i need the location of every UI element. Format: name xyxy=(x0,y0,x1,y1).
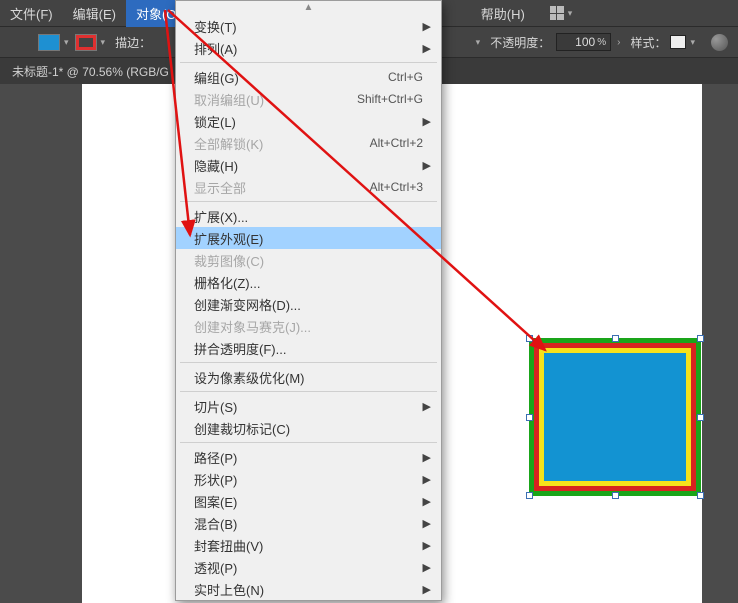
menu-path[interactable]: 路径(P) ▶ xyxy=(176,446,441,468)
resize-handle-tr[interactable] xyxy=(697,335,704,342)
submenu-arrow-icon: ▶ xyxy=(423,583,431,596)
menu-group[interactable]: 编组(G) Ctrl+G xyxy=(176,66,441,88)
label: 裁剪图像(C) xyxy=(194,251,264,270)
label: 排列(A) xyxy=(194,39,237,58)
label: 创建裁切标记(C) xyxy=(194,419,290,438)
shortcut: Alt+Ctrl+2 xyxy=(370,136,423,150)
menu-expand[interactable]: 扩展(X)... xyxy=(176,205,441,227)
label: 形状(P) xyxy=(194,470,237,489)
menu-envelope[interactable]: 封套扭曲(V) ▶ xyxy=(176,534,441,556)
resize-handle-b[interactable] xyxy=(612,492,619,499)
menu-slice[interactable]: 切片(S) ▶ xyxy=(176,395,441,417)
resize-handle-t[interactable] xyxy=(612,335,619,342)
label: 封套扭曲(V) xyxy=(194,536,263,555)
chevron-down-icon: ▾ xyxy=(101,37,106,48)
menu-expand-appearance[interactable]: 扩展外观(E) xyxy=(176,227,441,249)
submenu-arrow-icon: ▶ xyxy=(423,473,431,486)
label: 图案(E) xyxy=(194,492,237,511)
fill-layer-blue xyxy=(544,353,686,481)
object-menu-dropdown: ▲ 变换(T) ▶ 排列(A) ▶ 编组(G) Ctrl+G 取消编组(U) Shift… xyxy=(175,0,442,601)
label: 显示全部 xyxy=(194,178,246,197)
menu-lock[interactable]: 锁定(L) ▶ xyxy=(176,110,441,132)
chevron-down-icon: ▾ xyxy=(690,37,695,48)
menu-crop-image: 裁剪图像(C) xyxy=(176,249,441,271)
menu-blend[interactable]: 混合(B) ▶ xyxy=(176,512,441,534)
resize-handle-r[interactable] xyxy=(697,414,704,421)
resize-handle-bl[interactable] xyxy=(526,492,533,499)
stroke-color-swatch[interactable] xyxy=(75,34,97,51)
submenu-arrow-icon: ▶ xyxy=(423,561,431,574)
menu-arrange[interactable]: 排列(A) ▶ xyxy=(176,37,441,59)
menu-help[interactable]: 帮助(H) xyxy=(471,0,535,27)
label: 扩展(X)... xyxy=(194,207,248,226)
menu-shape[interactable]: 形状(P) ▶ xyxy=(176,468,441,490)
label: 拼合透明度(F)... xyxy=(194,339,286,358)
menu-rasterize[interactable]: 栅格化(Z)... xyxy=(176,271,441,293)
shortcut: Ctrl+G xyxy=(388,70,423,84)
menu-show-all: 显示全部 Alt+Ctrl+3 xyxy=(176,176,441,198)
menu-trim-marks[interactable]: 创建裁切标记(C) xyxy=(176,417,441,439)
submenu-arrow-icon: ▶ xyxy=(423,159,431,172)
selected-rectangle[interactable] xyxy=(529,338,701,496)
submenu-arrow-icon: ▶ xyxy=(423,451,431,464)
submenu-arrow-icon: ▶ xyxy=(423,115,431,128)
scroll-up-marker: ▲ xyxy=(176,1,441,15)
label: 混合(B) xyxy=(194,514,237,533)
label: 透视(P) xyxy=(194,558,237,577)
submenu-arrow-icon: ▶ xyxy=(423,495,431,508)
layout-grid-icon xyxy=(550,6,564,20)
label: 创建渐变网格(D)... xyxy=(194,295,301,314)
label: 隐藏(H) xyxy=(194,156,238,175)
percent-label: % xyxy=(597,37,610,48)
submenu-arrow-icon: ▶ xyxy=(423,517,431,530)
opacity-value[interactable] xyxy=(557,35,597,49)
menu-mosaic: 创建对象马赛克(J)... xyxy=(176,315,441,337)
submenu-arrow-icon: ▶ xyxy=(423,400,431,413)
label: 变换(T) xyxy=(194,17,237,36)
opacity-label: 不透明度： xyxy=(490,34,550,51)
menu-ungroup: 取消编组(U) Shift+Ctrl+G xyxy=(176,88,441,110)
label: 全部解锁(K) xyxy=(194,134,263,153)
submenu-arrow-icon: ▶ xyxy=(423,20,431,33)
menu-gradient-mesh[interactable]: 创建渐变网格(D)... xyxy=(176,293,441,315)
globe-icon[interactable] xyxy=(711,34,728,51)
resize-handle-tl[interactable] xyxy=(526,335,533,342)
chevron-down-icon: ▾ xyxy=(476,37,481,48)
stroke-label: 描边： xyxy=(115,34,151,51)
resize-handle-l[interactable] xyxy=(526,414,533,421)
shortcut: Alt+Ctrl+3 xyxy=(370,180,423,194)
label: 取消编组(U) xyxy=(194,90,264,109)
label: 创建对象马赛克(J)... xyxy=(194,317,311,336)
menu-hide[interactable]: 隐藏(H) ▶ xyxy=(176,154,441,176)
opacity-input[interactable]: % xyxy=(556,33,611,51)
style-label: 样式： xyxy=(630,34,666,51)
label: 路径(P) xyxy=(194,448,237,467)
resize-handle-br[interactable] xyxy=(697,492,704,499)
submenu-arrow-icon: ▶ xyxy=(423,42,431,55)
menu-flatten[interactable]: 拼合透明度(F)... xyxy=(176,337,441,359)
chevron-down-icon: ▾ xyxy=(568,8,573,19)
label: 实时上色(N) xyxy=(194,580,264,599)
shortcut: Shift+Ctrl+G xyxy=(357,92,423,106)
label: 栅格化(Z)... xyxy=(194,273,260,292)
label: 设为像素级优化(M) xyxy=(194,368,305,387)
label: 扩展外观(E) xyxy=(194,229,263,248)
menu-live-paint[interactable]: 实时上色(N) ▶ xyxy=(176,578,441,600)
menu-file[interactable]: 文件(F) xyxy=(0,0,63,27)
menu-pixel-perfect[interactable]: 设为像素级优化(M) xyxy=(176,366,441,388)
menu-transform[interactable]: 变换(T) ▶ xyxy=(176,15,441,37)
fill-color-swatch[interactable] xyxy=(38,34,60,51)
menu-unlock-all: 全部解锁(K) Alt+Ctrl+2 xyxy=(176,132,441,154)
label: 编组(G) xyxy=(194,68,239,87)
submenu-arrow-icon: ▶ xyxy=(423,539,431,552)
label: 切片(S) xyxy=(194,397,237,416)
menu-perspective[interactable]: 透视(P) ▶ xyxy=(176,556,441,578)
label: 锁定(L) xyxy=(194,112,236,131)
style-swatch[interactable] xyxy=(670,35,686,49)
layout-switcher[interactable]: ▾ xyxy=(550,6,573,20)
menu-pattern[interactable]: 图案(E) ▶ xyxy=(176,490,441,512)
menu-edit[interactable]: 编辑(E) xyxy=(63,0,126,27)
chevron-right-icon[interactable]: › xyxy=(617,37,620,48)
chevron-down-icon: ▾ xyxy=(64,37,69,48)
